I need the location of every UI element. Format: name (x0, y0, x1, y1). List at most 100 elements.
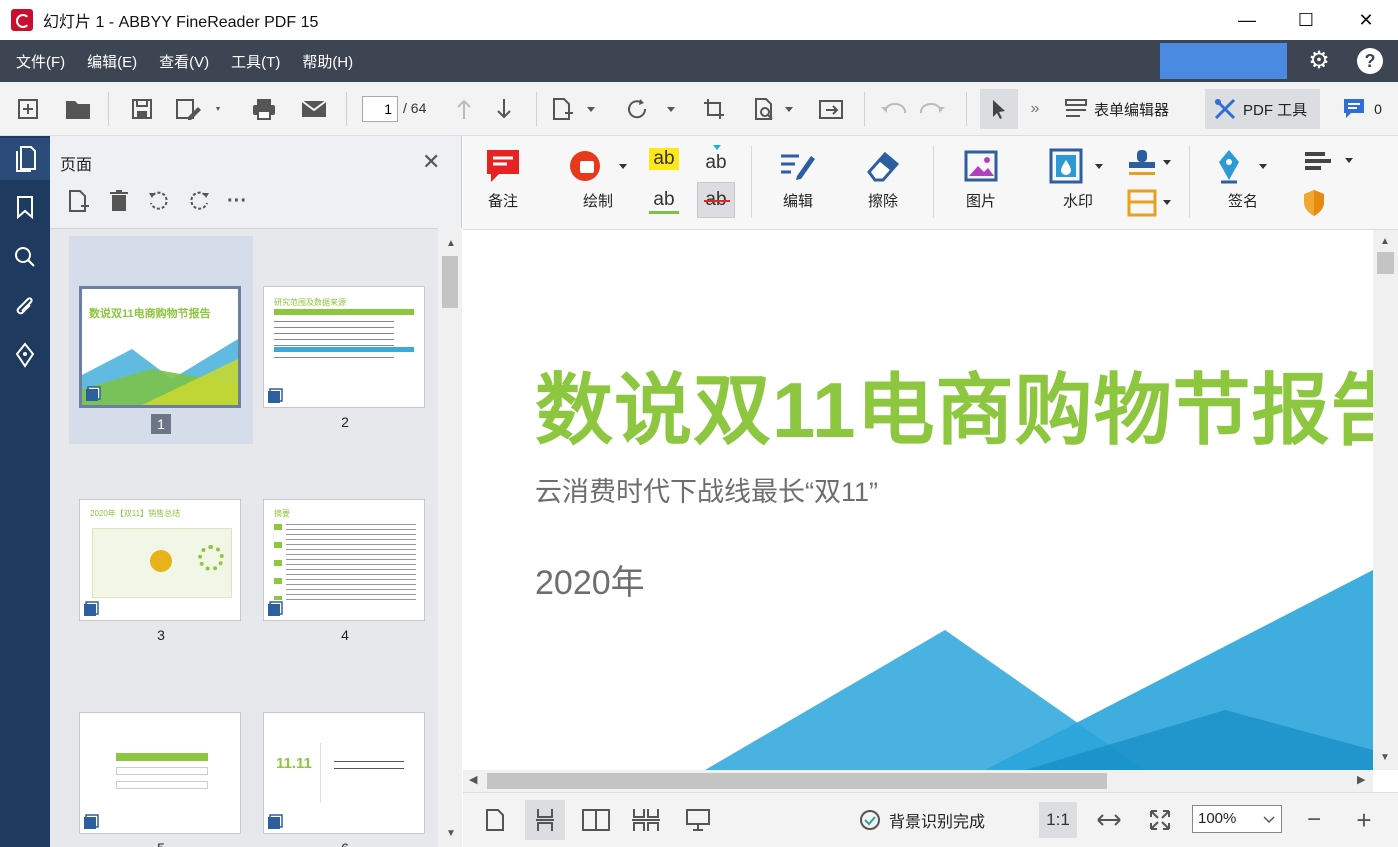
ribbon-divider (751, 146, 752, 218)
page-thumbnail-1[interactable]: 数说双11电商购物节报告 (79, 286, 241, 408)
zoom-out-icon[interactable]: − (1301, 805, 1327, 835)
pages-icon[interactable] (0, 138, 50, 180)
menu-tools[interactable]: 工具(T) (231, 51, 280, 72)
search-icon[interactable] (0, 236, 50, 278)
extract-pages-icon[interactable] (816, 96, 846, 122)
form-editor-button[interactable]: 表单编辑器 (1064, 96, 1188, 122)
gear-icon[interactable]: ⚙ (1305, 47, 1333, 75)
scroll-right-icon[interactable]: ▶ (1357, 773, 1365, 786)
add-page-icon[interactable] (66, 188, 92, 214)
stamp-icon (1129, 150, 1171, 175)
next-page-icon[interactable] (492, 96, 516, 122)
minimize-button[interactable]: — (1217, 0, 1277, 40)
underline-text-icon[interactable]: ab (649, 188, 679, 214)
rotate-left-icon[interactable] (146, 188, 172, 214)
highlight-text-icon[interactable]: ab (649, 148, 679, 170)
maximize-button[interactable]: ☐ (1276, 0, 1336, 40)
document-vertical-scrollbar[interactable]: ▲ ▼ (1373, 230, 1398, 770)
add-pages-icon[interactable] (550, 96, 598, 122)
pdf-tools-button[interactable]: PDF 工具 (1205, 89, 1320, 129)
zoom-select[interactable]: 100% (1192, 805, 1282, 833)
page-thumbnail-2[interactable]: 研究范围及数据来源 (263, 286, 425, 408)
crop-icon[interactable] (700, 96, 728, 122)
scroll-down-icon[interactable]: ▼ (446, 828, 456, 839)
page-number-label: 2 (341, 414, 349, 430)
overflow-chevron-icon[interactable]: » (1026, 96, 1044, 122)
page-thumbnail-4[interactable]: 摘要 (263, 499, 425, 621)
scrollbar-thumb[interactable] (442, 256, 458, 308)
redact-button[interactable] (1301, 148, 1357, 178)
note-button[interactable]: 备注 (485, 148, 521, 211)
image-button[interactable]: 图片 (963, 148, 999, 211)
pdf-tools-ribbon: 备注 绘制 ab ab ab ab 编辑 擦除 图片 水印 签名 (463, 136, 1398, 230)
single-page-view-icon[interactable] (481, 805, 509, 835)
menu-view[interactable]: 查看(V) (159, 51, 209, 72)
signature-icon[interactable] (0, 334, 50, 376)
page-search-icon[interactable] (752, 96, 798, 122)
thumbnail-scrollbar[interactable]: ▲ ▼ (438, 228, 462, 847)
erase-button[interactable]: 擦除 (865, 148, 901, 211)
zoom-in-icon[interactable]: + (1351, 805, 1377, 835)
document-badge-icon (86, 386, 101, 401)
save-as-dropdown-icon[interactable] (172, 96, 224, 122)
redo-icon[interactable] (918, 96, 948, 122)
menu-help[interactable]: 帮助(H) (302, 51, 353, 72)
document-badge-icon (268, 388, 283, 403)
menu-edit[interactable]: 编辑(E) (87, 51, 137, 72)
email-icon[interactable] (300, 96, 328, 122)
sign-button[interactable]: 签名 (1215, 148, 1271, 211)
bookmark-icon[interactable] (0, 186, 50, 228)
delete-page-icon[interactable] (106, 188, 132, 214)
comments-button[interactable]: 0 (1338, 96, 1386, 122)
image-icon (964, 150, 998, 182)
scrollbar-thumb[interactable] (487, 773, 1107, 789)
scroll-down-icon[interactable]: ▼ (1380, 752, 1390, 763)
insert-text-icon[interactable]: ab (701, 145, 731, 173)
panel-title: 页面 (60, 157, 93, 174)
close-window-button[interactable]: ✕ (1336, 0, 1396, 40)
two-page-view-icon[interactable] (579, 805, 613, 835)
attachment-icon[interactable] (0, 286, 50, 328)
two-page-continuous-view-icon[interactable] (629, 805, 663, 835)
more-options-icon[interactable]: ··· (224, 188, 250, 214)
protect-button[interactable] (1301, 188, 1327, 218)
new-task-icon[interactable] (14, 96, 42, 122)
continuous-view-icon[interactable] (525, 800, 565, 840)
page-thumbnail-6[interactable]: 11.11 (263, 712, 425, 834)
document-horizontal-scrollbar[interactable]: ◀ ▶ (463, 770, 1373, 792)
scrollbar-thumb[interactable] (1377, 252, 1394, 274)
presentation-view-icon[interactable] (683, 805, 713, 835)
thumbnail-bar (116, 753, 208, 761)
scroll-up-icon[interactable]: ▲ (1380, 236, 1390, 247)
strikethrough-text-icon[interactable]: ab (697, 182, 735, 218)
fit-page-icon[interactable] (1145, 805, 1175, 835)
select-tool-button[interactable] (980, 89, 1018, 129)
watermark-button[interactable]: 水印 (1049, 148, 1107, 211)
help-icon[interactable]: ? (1357, 48, 1383, 74)
open-folder-icon[interactable] (64, 96, 92, 122)
page-number-input[interactable] (362, 96, 398, 122)
print-icon[interactable] (250, 96, 278, 122)
fit-width-icon[interactable] (1093, 805, 1125, 835)
undo-icon[interactable] (878, 96, 908, 122)
previous-page-icon[interactable] (452, 96, 476, 122)
header-footer-button[interactable] (1125, 188, 1173, 218)
panel-close-icon[interactable]: ✕ (422, 149, 440, 175)
status-bar: 背景识别完成 1:1 100% − + (463, 792, 1398, 847)
page-thumbnail-3[interactable]: 2020年【双11】销售总结 (79, 499, 241, 621)
stamp-button[interactable] (1125, 148, 1173, 178)
scroll-left-icon[interactable]: ◀ (469, 773, 477, 786)
page-thumbnail-5[interactable] (79, 712, 241, 834)
rotate-icon[interactable] (624, 96, 678, 122)
scroll-up-icon[interactable]: ▲ (446, 238, 456, 249)
draw-button[interactable]: 绘制 (567, 148, 629, 211)
comments-count: 0 (1374, 101, 1382, 117)
menu-file[interactable]: 文件(F) (16, 51, 65, 72)
rotate-right-icon[interactable] (186, 188, 212, 214)
actual-size-button[interactable]: 1:1 (1039, 802, 1077, 838)
edit-button[interactable]: 编辑 (779, 148, 817, 211)
save-icon[interactable] (128, 96, 156, 122)
page-number-label: 1 (151, 414, 171, 434)
account-button[interactable] (1160, 43, 1287, 79)
document-view[interactable]: 数说双11电商购物节报告 云消费时代下战线最长“双11” 2020年 ▲ ▼ (463, 230, 1398, 770)
